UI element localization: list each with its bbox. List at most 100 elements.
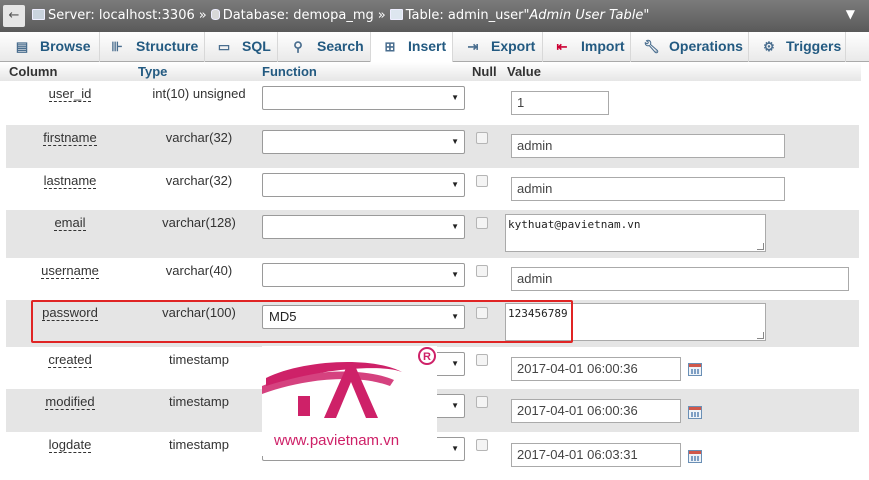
server-icon bbox=[32, 9, 45, 20]
header-column: Column bbox=[9, 64, 58, 79]
insert-icon: ⊞ bbox=[384, 39, 396, 54]
tab-search[interactable]: ⚲ Search bbox=[278, 32, 371, 62]
function-select[interactable]: ▼ bbox=[262, 263, 465, 287]
column-name: email bbox=[54, 215, 86, 231]
value-input[interactable]: admin bbox=[511, 177, 785, 201]
tab-label: Import bbox=[581, 38, 625, 54]
browse-icon: ▤ bbox=[15, 39, 29, 54]
column-name: username bbox=[41, 263, 99, 279]
tab-structure[interactable]: ⊪ Structure bbox=[100, 32, 205, 62]
table-comment: "Admin User Table" bbox=[523, 8, 650, 23]
null-checkbox[interactable] bbox=[476, 132, 488, 144]
export-icon: ⇥ bbox=[467, 39, 479, 54]
column-name: user_id bbox=[48, 86, 92, 102]
function-select[interactable]: ▼ bbox=[262, 130, 465, 154]
value-textarea[interactable]: kythuat@pavietnam.vn bbox=[505, 214, 766, 252]
column-type: int(10) unsigned bbox=[152, 86, 246, 101]
svg-text:R: R bbox=[423, 351, 431, 363]
chevron-down-icon: ▼ bbox=[451, 180, 459, 189]
value-input[interactable]: 2017-04-01 06:00:36 bbox=[511, 399, 681, 423]
calendar-icon[interactable] bbox=[688, 450, 702, 463]
tab-export[interactable]: ⇥ Export bbox=[453, 32, 543, 62]
tab-browse[interactable]: ▤ Browse bbox=[0, 32, 100, 62]
column-type: varchar(32) bbox=[165, 173, 233, 188]
null-checkbox[interactable] bbox=[476, 217, 488, 229]
table-header: Column Type Function Null Value bbox=[0, 62, 861, 81]
structure-icon: ⊪ bbox=[111, 39, 123, 54]
chevron-down-icon: ▼ bbox=[451, 137, 459, 146]
calendar-icon[interactable] bbox=[688, 406, 702, 419]
breadcrumb: Server: localhost:3306» Database: demopa_… bbox=[32, 8, 649, 23]
table-icon bbox=[389, 9, 403, 20]
tab-insert[interactable]: ⊞ Insert bbox=[371, 32, 453, 62]
import-icon: ⇤ bbox=[556, 39, 568, 54]
value-input[interactable]: 2017-04-01 06:00:36 bbox=[511, 357, 681, 381]
breadcrumb-separator: » bbox=[377, 8, 386, 23]
value-input[interactable]: 2017-04-01 06:03:31 bbox=[511, 443, 681, 467]
column-name: firstname bbox=[43, 130, 97, 146]
column-name: lastname bbox=[43, 173, 97, 189]
top-bar: ← Server: localhost:3306» Database: demop… bbox=[0, 0, 869, 32]
value-input[interactable]: 1 bbox=[511, 91, 609, 115]
null-checkbox[interactable] bbox=[476, 354, 488, 366]
table-row: firstname varchar(32) ▼ admin bbox=[6, 125, 859, 168]
tab-triggers[interactable]: ⚙ Triggers bbox=[749, 32, 846, 62]
tab-operations[interactable]: 🔧︎ Operations bbox=[631, 32, 749, 62]
tab-import[interactable]: ⇤ Import bbox=[543, 32, 631, 62]
breadcrumb-separator: » bbox=[198, 8, 207, 23]
table-row: email varchar(128) ▼ kythuat@pavietnam.v… bbox=[6, 210, 859, 258]
column-type: varchar(40) bbox=[165, 263, 233, 278]
breadcrumb-server[interactable]: Server: localhost:3306 bbox=[48, 8, 195, 23]
back-arrow-icon[interactable]: ← bbox=[3, 5, 25, 27]
chevron-down-icon: ▼ bbox=[451, 401, 459, 410]
header-null: Null bbox=[472, 64, 497, 79]
calendar-icon[interactable] bbox=[688, 363, 702, 376]
pa-logo-icon: R bbox=[262, 347, 436, 418]
chevron-down-icon: ▼ bbox=[451, 222, 459, 231]
header-type[interactable]: Type bbox=[138, 64, 167, 79]
value-input[interactable]: admin bbox=[511, 134, 785, 158]
function-select[interactable]: ▼ bbox=[262, 173, 465, 197]
tab-bar: ▤ Browse ⊪ Structure ▭ SQL ⚲ Search ⊞ In… bbox=[0, 32, 869, 62]
breadcrumb-table[interactable]: Table: admin_user bbox=[406, 8, 524, 23]
column-name: modified bbox=[45, 394, 95, 410]
null-checkbox[interactable] bbox=[476, 175, 488, 187]
table-row: lastname varchar(32) ▼ admin bbox=[6, 168, 859, 210]
function-select[interactable]: ▼ bbox=[262, 215, 465, 239]
column-type: varchar(32) bbox=[165, 130, 233, 145]
header-function[interactable]: Function bbox=[262, 64, 317, 79]
function-select[interactable]: ▼ bbox=[262, 86, 465, 110]
null-checkbox[interactable] bbox=[476, 439, 488, 451]
tab-sql[interactable]: ▭ SQL bbox=[205, 32, 278, 62]
column-type: timestamp bbox=[169, 437, 229, 452]
tab-label: Operations bbox=[669, 38, 743, 54]
breadcrumb-database[interactable]: Database: demopa_mg bbox=[223, 8, 374, 23]
tab-label: Insert bbox=[408, 38, 447, 54]
column-name: created bbox=[48, 352, 92, 368]
tab-label: Browse bbox=[40, 38, 91, 54]
null-checkbox[interactable] bbox=[476, 396, 488, 408]
tab-label: Search bbox=[317, 38, 364, 54]
sql-icon: ▭ bbox=[217, 39, 231, 54]
watermark-url: www.pavietnam.vn bbox=[274, 432, 400, 449]
header-value: Value bbox=[507, 64, 541, 79]
column-type: timestamp bbox=[169, 352, 229, 367]
column-type: timestamp bbox=[169, 394, 229, 409]
highlight-box bbox=[31, 300, 573, 343]
chevron-down-icon: ▼ bbox=[451, 93, 459, 102]
tab-label: Structure bbox=[136, 38, 199, 54]
triggers-icon: ⚙ bbox=[763, 39, 775, 54]
tab-label: Triggers bbox=[786, 38, 842, 54]
table-row: username varchar(40) ▼ admin bbox=[6, 258, 859, 300]
chevron-down-icon[interactable]: ▼ bbox=[846, 7, 855, 21]
value-input[interactable]: admin bbox=[511, 267, 849, 291]
resize-handle-icon[interactable] bbox=[757, 243, 764, 250]
operations-icon: 🔧︎ bbox=[643, 39, 660, 54]
resize-handle-icon[interactable] bbox=[757, 332, 764, 339]
null-checkbox[interactable] bbox=[476, 265, 488, 277]
chevron-down-icon: ▼ bbox=[451, 270, 459, 279]
column-type: varchar(128) bbox=[162, 215, 236, 230]
chevron-down-icon: ▼ bbox=[451, 359, 459, 368]
tab-label: Export bbox=[491, 38, 536, 54]
watermark-logo: R www.pavietnam.vn bbox=[262, 346, 437, 456]
